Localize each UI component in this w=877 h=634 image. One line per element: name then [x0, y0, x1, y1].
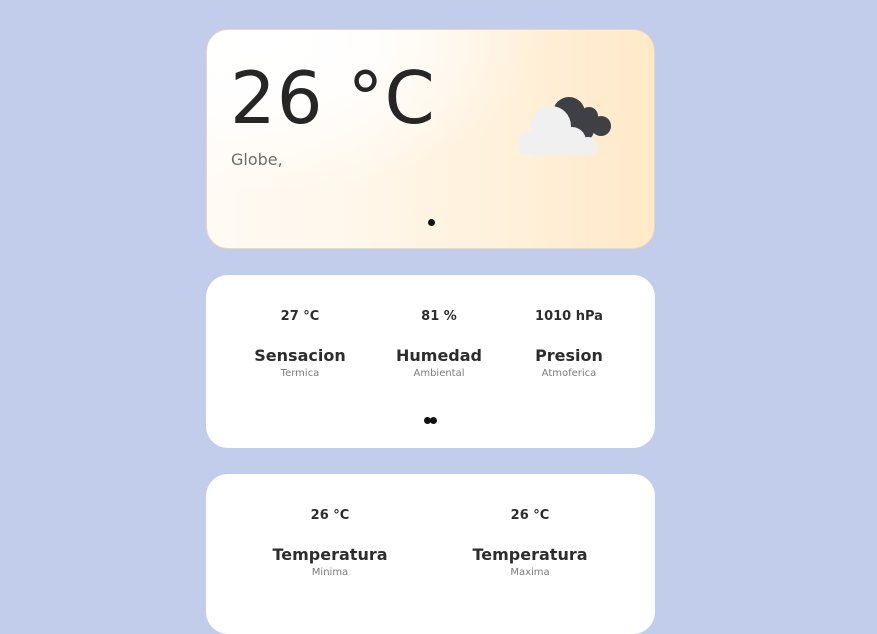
pressure-title: Presion	[535, 346, 603, 365]
current-weather-card: 26 °C Globe,	[206, 29, 655, 249]
pager-dots[interactable]	[424, 417, 440, 424]
pager-dot[interactable]	[428, 219, 435, 226]
humidity-title: Humedad	[395, 346, 482, 365]
min-temperature-title: Temperatura	[272, 545, 388, 564]
max-temperature-value: 26 °C	[510, 508, 550, 523]
humidity-subtitle: Ambiental	[413, 368, 465, 379]
pressure-subtitle: Atmoferica	[541, 368, 597, 379]
min-temperature-stat: 26 °C Temperatura Minima	[255, 507, 405, 580]
pager-dot[interactable]	[430, 417, 437, 424]
max-temperature-title: Temperatura	[472, 545, 588, 564]
max-temperature-subtitle: Maxima	[510, 567, 550, 578]
feels-like-value: 27 °C	[280, 309, 320, 324]
feels-like-stat: 27 °C Sensacion Termica	[225, 308, 375, 381]
current-temperature: 26 °C	[230, 56, 436, 140]
max-temperature-stat: 26 °C Temperatura Maxima	[455, 507, 605, 580]
pressure-stat: 1010 hPa Presion Atmoferica	[494, 308, 644, 381]
humidity-value: 81 %	[421, 309, 457, 324]
min-temperature-subtitle: Minima	[311, 567, 349, 578]
cloudy-icon	[518, 97, 611, 155]
temperature-range-card: 26 °C Temperatura Minima 26 °C Temperatu…	[206, 474, 655, 634]
pressure-value: 1010 hPa	[535, 309, 603, 324]
location-label: Globe,	[231, 150, 283, 169]
feels-like-title: Sensacion	[254, 346, 346, 365]
weather-details-card: 27 °C Sensacion Termica 81 % Humedad Amb…	[206, 275, 655, 448]
feels-like-subtitle: Termica	[280, 368, 320, 379]
humidity-stat: 81 % Humedad Ambiental	[364, 308, 514, 381]
min-temperature-value: 26 °C	[310, 508, 350, 523]
